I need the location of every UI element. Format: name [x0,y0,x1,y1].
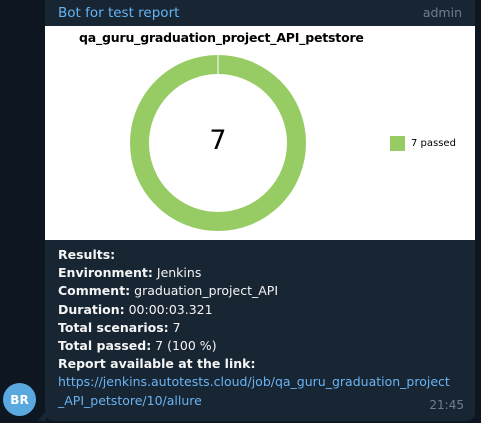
duration-label: Duration: [58,301,125,317]
comment-line: Comment: graduation_project_API [58,282,468,300]
comment-value: graduation_project_API [130,283,278,299]
message-bubble: Bot for test report admin qa_guru_gradua… [45,0,475,421]
chart-title: qa_guru_graduation_project_API_petstore [79,30,364,45]
sender-role-badge: admin [422,5,462,20]
environment-value: Jenkins [152,265,202,281]
total-scenarios-label: Total scenarios: [58,319,169,335]
message-text: Results: Environment: Jenkins Comment: g… [58,246,468,410]
legend-label-passed: 7 passed [411,138,456,149]
report-chart-image[interactable]: qa_guru_graduation_project_API_petstore … [45,26,475,240]
avatar-initials: BR [10,392,29,407]
sender-name[interactable]: Bot for test report [58,4,179,22]
duration-line: Duration: 00:00:03.321 [58,301,468,319]
environment-line: Environment: Jenkins [58,264,468,282]
total-passed-label: Total passed: [58,337,152,353]
chart-legend: 7 passed [390,136,456,151]
total-passed-line: Total passed: 7 (100 %) [58,337,468,355]
total-scenarios-value: 7 [168,319,181,335]
report-link[interactable]: https://jenkins.autotests.cloud/job/qa_g… [58,373,456,409]
message-timestamp: 21:45 [429,398,464,412]
total-scenarios-line: Total scenarios: 7 [58,319,468,337]
report-label: Report available at the link: [58,356,256,372]
results-heading: Results: [58,247,116,262]
comment-label: Comment: [58,283,131,299]
legend-swatch-passed [390,136,405,151]
chart-center-value: 7 [209,125,227,156]
avatar[interactable]: BR [3,383,36,416]
message-header: Bot for test report admin [58,4,462,22]
total-passed-value: 7 (100 %) [151,337,217,353]
duration-value: 00:00:03.321 [124,301,213,317]
environment-label: Environment: [58,265,153,281]
